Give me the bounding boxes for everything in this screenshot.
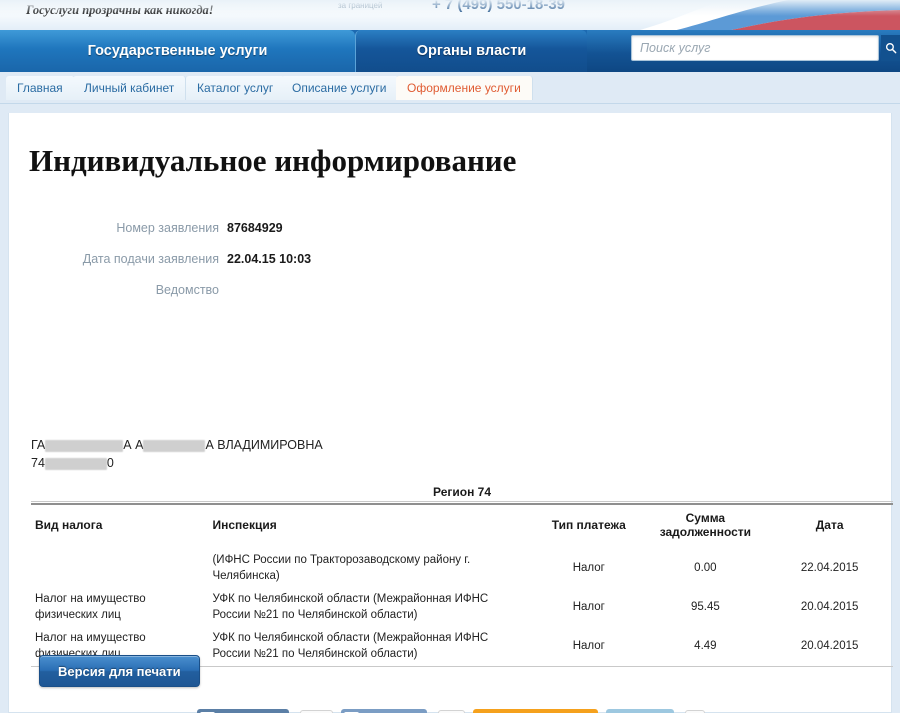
field-label-submission-date: Дата подачи заявления — [82, 252, 219, 266]
field-value-application-number: 87684929 — [227, 221, 283, 235]
russian-flag-swoosh-icon — [570, 0, 900, 30]
share-count-facebook: 38 — [438, 709, 466, 713]
redaction-block-firstname — [143, 439, 206, 452]
breadcrumb-item-account[interactable]: Личный кабинет — [73, 76, 187, 100]
breadcrumb-item-catalog[interactable]: Каталог услуг — [186, 76, 286, 100]
cell-payment-type: Налог — [532, 627, 645, 668]
column-header-payment-type: Тип платежа — [551, 518, 626, 532]
cell-amount: 4.49 — [644, 627, 767, 668]
cell-amount: 95.45 — [690, 600, 720, 613]
breadcrumb-item-description[interactable]: Описание услуги — [281, 76, 399, 100]
applicant-name-middle: А А — [123, 438, 144, 452]
table-row: Налог на имущество физических лиц УФК по… — [31, 588, 893, 627]
search-button[interactable] — [881, 35, 900, 61]
share-count-twitter: 4 — [685, 709, 706, 713]
field-value-submission-date: 22.04.15 10:03 — [227, 252, 312, 266]
redaction-block-inn — [44, 457, 107, 470]
region-title: Регион 74 — [31, 485, 893, 502]
phone-label: за границей — [338, 1, 383, 10]
page-root: Госуслуги прозрачны как никогда! за гран… — [0, 0, 900, 713]
search-icon — [885, 42, 896, 54]
breadcrumb-label: Каталог услуг — [197, 81, 274, 95]
site-tagline: Госуслуги прозрачны как никогда! — [26, 3, 214, 17]
support-phone-number: + 7 (499) 550-18-39 — [432, 0, 566, 13]
print-version-button[interactable]: Версия для печати — [39, 655, 200, 687]
cell-payment-type: Налог — [572, 600, 605, 613]
share-button-vkontakte[interactable]: В ВКонтакте — [196, 709, 289, 713]
nav-tab-authorities[interactable]: Органы власти — [355, 30, 587, 72]
applicant-inn-prefix: 74 — [31, 456, 45, 470]
cell-inspection: (ИФНС России по Тракторозаводскому район… — [212, 554, 471, 582]
share-button-odnoklassniki[interactable]: ☻ Одноклассники — [473, 709, 599, 713]
nav-tab-authorities-label: Органы власти — [416, 43, 527, 59]
social-share-bar: В ВКонтакте 139 f Facebook 38 ☻ Одноклас… — [9, 709, 893, 713]
applicant-inn-suffix: 0 — [106, 456, 114, 470]
breadcrumb-label: Личный кабинет — [84, 81, 175, 95]
breadcrumb-label: Главная — [17, 81, 63, 95]
column-header-inspection: Инспекция — [212, 518, 277, 532]
top-ribbon: Госуслуги прозрачны как никогда! за гран… — [0, 0, 900, 30]
search-input[interactable] — [632, 36, 878, 60]
column-header-date: Дата — [815, 518, 844, 532]
cell-tax-type: Налог на имущество физических лиц — [35, 593, 146, 621]
cell-tax-type — [31, 549, 208, 588]
column-header-amount-line1: Сумма — [685, 511, 726, 525]
redaction-block-surname — [45, 439, 124, 452]
nav-tab-state-services[interactable]: Государственные услуги — [0, 30, 355, 72]
cell-payment-type: Налог — [572, 561, 605, 574]
applicant-inn: 74 0 — [31, 456, 114, 470]
tax-debt-table: Вид налога Инспекция Тип платежа Сумма з… — [31, 505, 893, 668]
breadcrumb-item-registration[interactable]: Оформление услуги — [396, 76, 533, 100]
applicant-name-prefix: ГА — [31, 438, 46, 452]
table-row: (ИФНС России по Тракторозаводскому район… — [31, 549, 893, 588]
cell-date: 20.04.2015 — [800, 600, 859, 613]
print-version-button-label: Версия для печати — [58, 663, 181, 679]
table-head: Вид налога Инспекция Тип платежа Сумма з… — [31, 505, 893, 549]
applicant-name-suffix: А ВЛАДИМИРОВНА — [205, 438, 323, 452]
content-card: Индивидуальное информирование Номер заяв… — [8, 113, 893, 713]
column-header-amount: Сумма задолженности — [645, 505, 767, 549]
table-header-row: Вид налога Инспекция Тип платежа Сумма з… — [31, 505, 893, 549]
table-body: (ИФНС России по Тракторозаводскому район… — [31, 549, 893, 668]
breadcrumb: Главная Личный кабинет Каталог услуг Опи… — [0, 72, 900, 104]
column-header-tax-type: Вид налога — [35, 518, 103, 532]
breadcrumb-label: Описание услуги — [292, 81, 387, 95]
cell-amount: 0.00 — [694, 561, 717, 574]
share-count-vkontakte: 139 — [299, 709, 333, 713]
column-header-amount-line2: задолженности — [659, 525, 752, 539]
breadcrumb-label: Оформление услуги — [407, 81, 521, 95]
breadcrumb-item-home[interactable]: Главная — [6, 76, 75, 100]
share-button-twitter[interactable]: Twitter — [606, 709, 675, 713]
cell-date: 22.04.2015 — [800, 561, 859, 574]
field-label-application-number: Номер заявления — [116, 221, 219, 235]
search-box[interactable] — [631, 35, 879, 61]
field-label-department: Ведомство — [155, 283, 219, 297]
applicant-name: ГА А А А ВЛАДИМИРОВНА — [31, 438, 323, 452]
cell-inspection: УФК по Челябинской области (Межрайонная … — [212, 593, 489, 621]
cell-inspection: УФК по Челябинской области (Межрайонная … — [208, 627, 533, 668]
share-button-facebook[interactable]: f Facebook — [340, 709, 428, 713]
cell-date: 20.04.2015 — [766, 627, 893, 668]
page-title: Индивидуальное информирование — [29, 143, 517, 178]
nav-tab-state-services-label: Государственные услуги — [87, 43, 268, 59]
